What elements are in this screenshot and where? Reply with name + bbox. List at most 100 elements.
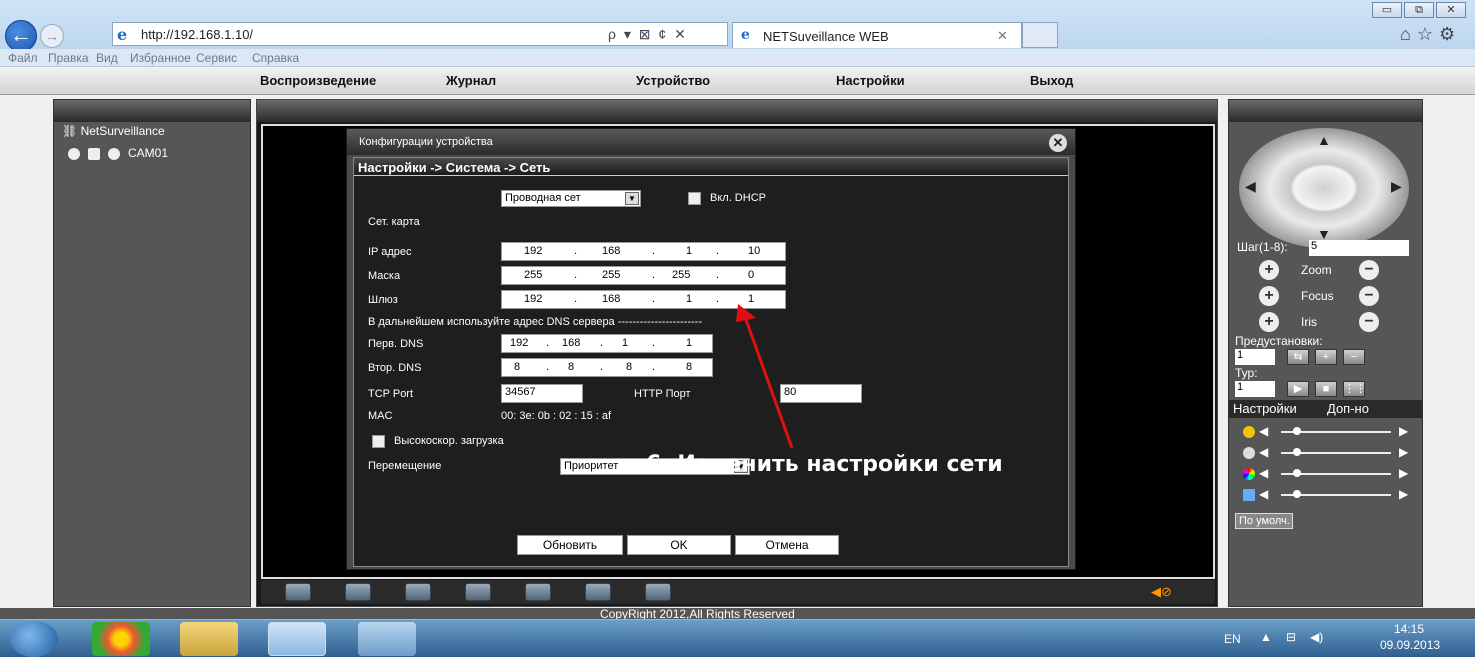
stop-icon[interactable] [88,147,100,160]
tour-stop-icon[interactable]: ■ [1315,381,1337,397]
preset-remove-icon[interactable]: − [1343,349,1365,365]
snapshot-icon[interactable] [525,583,551,601]
dhcp-checkbox[interactable] [688,192,701,205]
ptz-control[interactable]: ▲ ▼ ◀ ▶ [1239,128,1409,248]
tour-play-icon[interactable]: ▶ [1287,381,1309,397]
ie-taskbar-icon[interactable] [268,622,326,656]
single-view-icon[interactable] [345,583,371,601]
tab-color-settings[interactable]: Настройки [1233,401,1297,416]
tray-expand-icon[interactable]: ▲ [1260,630,1272,644]
maximize-button[interactable]: ⧉ [1404,2,1434,18]
menu-help[interactable]: Справка [252,51,299,65]
chrome-icon[interactable] [92,622,150,656]
panel-header [54,100,250,122]
back-button[interactable]: ← [5,20,37,52]
address-bar[interactable]: e http://192.168.1.10/ ρ ▾ ⊠ ¢ ✕ [112,22,728,46]
ok-button[interactable]: OK [627,535,731,555]
zoom-out-icon[interactable]: − [1359,260,1379,280]
ptz-up-icon[interactable]: ▲ [1317,132,1331,148]
language-indicator[interactable]: EN [1224,632,1241,646]
step-select[interactable]: 5 [1309,240,1409,256]
contrast-slider[interactable]: ◀ ▶ [1259,445,1409,459]
close-icon[interactable]: ✕ [1049,134,1067,152]
ip-field[interactable]: 192. 168. 1. 10 [501,242,786,261]
start-button[interactable] [10,621,58,657]
browser-tab[interactable]: e NETSuveillance WEB ✕ [732,22,1022,48]
tab-close-icon[interactable]: ✕ [997,28,1008,44]
tree-camera[interactable]: CAM01 [68,146,168,160]
tour-grid-icon[interactable]: ⋮⋮ [1343,381,1366,397]
dns2-field[interactable]: 8. 8. 8. 8 [501,358,713,377]
ie-tab-icon: e [741,27,750,43]
stop-record-icon[interactable] [645,583,671,601]
nav-playback[interactable]: Воспроизведение [260,73,376,88]
explorer-icon[interactable] [180,622,238,656]
browser-toolbar-icons[interactable]: ⌂☆⚙ [1400,24,1461,45]
tour-input[interactable]: 1 [1235,381,1275,397]
zoom-in-icon[interactable]: + [1259,260,1279,280]
focus-out-icon[interactable]: − [1359,286,1379,306]
fullscreen-icon[interactable] [285,583,311,601]
mask-field[interactable]: 255. 255. 255. 0 [501,266,786,285]
record-icon[interactable] [68,147,80,160]
record-all-icon[interactable] [585,583,611,601]
preset-input[interactable]: 1 [1235,349,1275,365]
new-tab-button[interactable] [1022,22,1058,48]
dhcp-label: Вкл. DHCP [710,192,766,204]
menu-view[interactable]: Вид [96,51,118,65]
iris-in-icon[interactable]: + [1259,312,1279,332]
tcp-port-input[interactable]: 34567 [501,384,583,403]
tree-root[interactable]: ⛓ NetSurveillance [62,124,165,138]
config-dialog: Конфигурации устройства ✕ Настройки -> С… [346,128,1076,570]
ptz-right-icon[interactable]: ▶ [1391,178,1402,195]
ptz-left-icon[interactable]: ◀ [1245,178,1256,195]
tcp-label: TCP Port [368,388,414,400]
focus-in-icon[interactable]: + [1259,286,1279,306]
mute-icon[interactable]: ◀⊘ [1151,584,1172,600]
cancel-button[interactable]: Отмена [735,535,839,555]
minimize-button[interactable]: ▭ [1372,2,1402,18]
brightness-icon [1243,426,1255,438]
close-window-button[interactable]: ✕ [1436,2,1466,18]
dns1-field[interactable]: 192. 168. 1. 1 [501,334,713,353]
hue-slider[interactable]: ◀ ▶ [1259,487,1409,501]
preset-goto-icon[interactable]: ⇆ [1287,349,1309,365]
address-tools[interactable]: ρ ▾ ⊠ ¢ ✕ [608,26,688,43]
netcard-select[interactable]: Проводная сет ▼ [501,190,641,207]
ptz-panel: ▲ ▼ ◀ ▶ Шаг(1-8): 5 + Zoom − + Focus − +… [1228,99,1423,607]
nav-logout[interactable]: Выход [1030,73,1073,88]
close-all-icon[interactable] [465,583,491,601]
forward-button[interactable]: → [40,24,64,48]
mask-octet-2: 255 [602,269,621,281]
menu-tools[interactable]: Сервис [196,51,237,65]
preset-add-icon[interactable]: + [1315,349,1337,365]
clock-date[interactable]: 09.09.2013 [1380,638,1440,652]
network-tray-icon[interactable]: ⊟ [1286,630,1296,644]
nav-device[interactable]: Устройство [636,73,710,88]
tour-value: 1 [1237,381,1244,393]
menu-favorites[interactable]: Избранное [130,51,191,65]
menu-edit[interactable]: Правка [48,51,89,65]
open-all-icon[interactable] [405,583,431,601]
ip-label: IP адрес [368,246,412,258]
iris-out-icon[interactable]: − [1359,312,1379,332]
volume-icon[interactable]: ◀) [1310,630,1323,644]
tour-label: Тур: [1235,366,1258,380]
paint-icon[interactable] [358,622,416,656]
refresh-button-visible[interactable]: Обновить [517,535,623,555]
dns1-label: Перв. DNS [368,338,424,350]
menu-file[interactable]: Файл [8,51,38,65]
clock-time[interactable]: 14:15 [1394,622,1424,636]
saturation-slider[interactable]: ◀ ▶ [1259,466,1409,480]
nav-log[interactable]: Журнал [446,73,496,88]
gw-octet-1: 192 [524,293,543,305]
tab-extra[interactable]: Доп-но [1327,401,1369,416]
address-url[interactable]: http://192.168.1.10/ [141,27,253,42]
highspeed-checkbox[interactable] [372,435,385,448]
ip-octet-1: 192 [524,245,543,257]
play-icon[interactable] [108,147,120,160]
nav-settings[interactable]: Настройки [836,73,905,88]
reset-button[interactable]: По умолч. [1235,513,1293,529]
highspeed-label: Высокоскор. загрузка [394,435,504,447]
brightness-slider[interactable]: ◀ ▶ [1259,424,1409,438]
